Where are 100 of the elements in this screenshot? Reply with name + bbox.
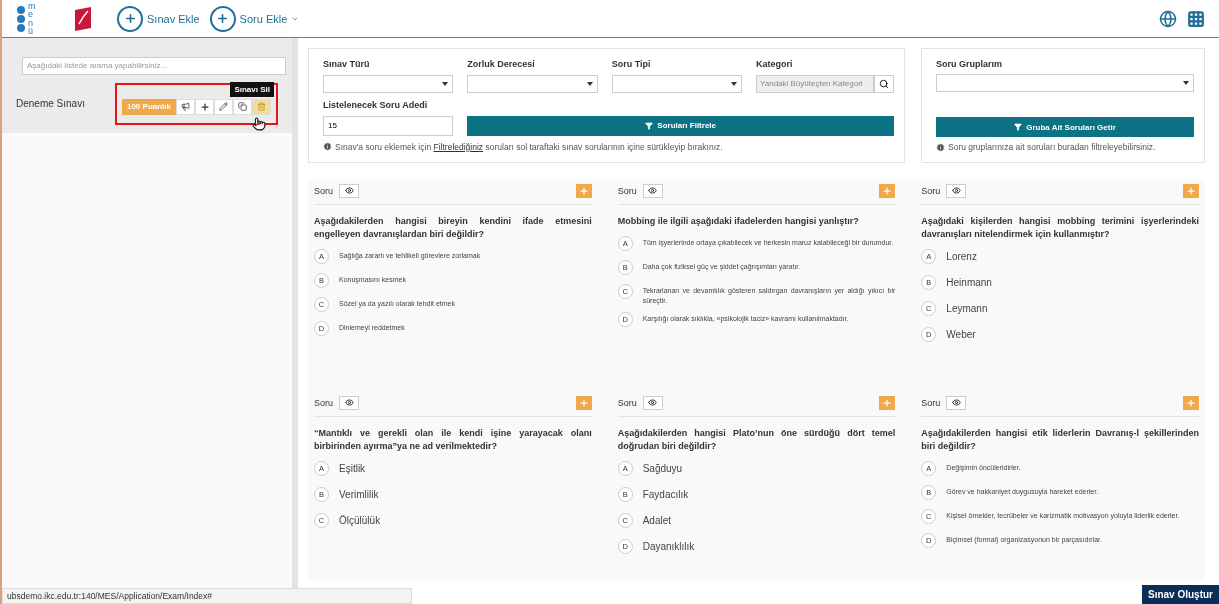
question-text: “Mantıklı ve gerekli olan ile kendi işine yarayacak olanı birbirinden ayırma”ya ne ad verilmektedir? (314, 427, 592, 454)
delete-button[interactable] (252, 98, 271, 115)
option-text: Heinmann (946, 276, 992, 291)
question-text: Aşağıdakilerden hangisi etik liderlerin Davranış-l şekillerinden biri değildir? (921, 427, 1199, 454)
add-button[interactable] (195, 98, 214, 115)
category-field[interactable]: Yandaki Büyüteçten Kategori (756, 74, 874, 93)
add-button[interactable]: Soru Ekle (209, 5, 300, 32)
copy-button[interactable] (233, 98, 252, 115)
plus-circle-icon (117, 5, 143, 32)
plus-circle-icon (209, 5, 236, 32)
plus-icon (578, 397, 589, 408)
add-question-button[interactable] (575, 183, 592, 198)
select-field[interactable] (323, 74, 454, 93)
plus-icon (882, 397, 893, 408)
filter-icon (1014, 123, 1023, 131)
info-icon (323, 142, 332, 152)
plus-icon (578, 185, 589, 196)
exam-name[interactable]: Deneme Sınavı (16, 98, 115, 109)
trash-icon (257, 102, 266, 111)
menu-button[interactable]: menü (16, 2, 37, 35)
filter-link[interactable]: Filtrelediğiniz (433, 141, 484, 152)
preview-button[interactable] (946, 395, 967, 410)
preview-button[interactable] (946, 183, 967, 198)
search-icon (879, 78, 889, 89)
info-icon (936, 142, 945, 152)
add-question-button[interactable] (575, 395, 592, 410)
filter-icon (645, 121, 654, 130)
option-text: Weber (946, 328, 976, 343)
eye-icon (951, 186, 961, 195)
eye-icon (344, 398, 354, 407)
count-field[interactable]: 15 (323, 115, 454, 136)
question-text: Aşağıdakilerden hangisi Plato’nun öne sürdüğü dört temel doğrudan biri değildir? (617, 427, 896, 454)
eye-icon (648, 398, 658, 407)
caret-icon (1183, 81, 1189, 85)
pointer-cursor-icon (252, 116, 266, 131)
select-field[interactable] (936, 74, 1194, 92)
group-questions-button[interactable]: Gruba Ait Soruları Getir (936, 117, 1194, 137)
add-button[interactable]: Sınav Ekle (117, 5, 200, 32)
add-question-button[interactable] (1183, 183, 1199, 198)
question-text: Mobbing ile ilgili aşağıdaki ifadelerden hangisi yanlıştır? (617, 215, 860, 228)
field-label: Zorluk Derecesi (467, 59, 536, 70)
eye-icon (344, 186, 354, 195)
question-heading: Soru (921, 397, 941, 408)
field-label: Listelenecek Soru Adedi (323, 100, 429, 111)
select-field[interactable] (611, 74, 742, 93)
option-text: Lorenz (946, 250, 977, 265)
search-field[interactable]: Aşağıdaki listede arama yapabilirsiniz... (22, 56, 286, 75)
option-text: Faydacılık (642, 488, 689, 503)
option-text: Adalet (642, 514, 671, 529)
question-heading: Soru (617, 397, 637, 408)
plus-icon (1186, 185, 1196, 196)
apps-grid-icon[interactable] (1187, 9, 1205, 28)
option-text: Ölçülülük (339, 514, 381, 529)
question-heading: Soru (921, 185, 941, 196)
caret-icon (731, 81, 737, 86)
preview-button[interactable] (339, 395, 359, 410)
create-exam-button[interactable]: Sınav Oluştur (1142, 585, 1219, 604)
dots-icon (16, 4, 26, 33)
option-text: Verimlilik (339, 488, 379, 503)
copy-icon (238, 102, 247, 111)
edit-button[interactable] (214, 98, 233, 115)
filter-button[interactable]: Soruları Filtrele (467, 115, 894, 136)
select-field[interactable] (467, 74, 598, 93)
tooltip: Sınavı Sil (230, 81, 274, 97)
field-label: Kategori (756, 59, 794, 70)
question-heading: Soru (314, 397, 333, 408)
field-label: Soru Gruplarım (936, 59, 1003, 69)
option-text: Leymann (946, 302, 988, 317)
info-text: Sınav'a soru eklemek için Filtrelediğiniz soruları sol taraftaki sınav sorularının içine sürükleyip bırakınız. (335, 141, 723, 152)
caret-icon (586, 81, 593, 86)
question-heading: Soru (314, 185, 333, 196)
preview-button[interactable] (642, 395, 663, 410)
eye-icon (951, 398, 961, 407)
option-text: Eşitlik (339, 462, 366, 477)
question-heading: Soru (617, 185, 637, 196)
megaphone-button[interactable] (176, 98, 195, 115)
plus-icon (1186, 397, 1196, 408)
eye-icon (648, 186, 658, 195)
preview-button[interactable] (642, 183, 663, 198)
field-label: Sınav Türü (323, 59, 371, 70)
plus-icon (199, 101, 210, 112)
pencil-icon (219, 102, 228, 111)
globe-icon[interactable] (1159, 9, 1177, 28)
status-bar-url: ubsdemo.ikc.edu.tr:140/MES/Application/Exam/Index# (2, 588, 412, 604)
logo-icon (73, 5, 93, 32)
plus-icon (882, 185, 893, 196)
question-text: Aşağıdaki kişilerden hangisi mobbing terimini işyerlerindeki davranışları nitelendirmek için kullanmıştır? (921, 215, 1199, 242)
add-question-button[interactable] (879, 183, 896, 198)
field-label: Soru Tipi (611, 59, 652, 70)
question-text: Aşağıdakilerden hangisi bireyin kendini ifade etmesini engelleyen davranışlardan biri değildir? (314, 215, 592, 242)
preview-button[interactable] (339, 183, 359, 198)
add-question-button[interactable] (1183, 395, 1199, 410)
add-question-button[interactable] (879, 395, 896, 410)
info-text: Soru gruplarınıza ait soruları buradan filtreleyebilirsiniz. (948, 142, 1156, 152)
points-badge: 100 Puanlık (121, 98, 176, 115)
megaphone-icon (181, 102, 190, 111)
search-button[interactable] (874, 74, 894, 93)
option-text: Dayanıklılık (642, 540, 695, 555)
option-text: Sağduyu (642, 462, 683, 477)
caret-icon (442, 81, 449, 86)
